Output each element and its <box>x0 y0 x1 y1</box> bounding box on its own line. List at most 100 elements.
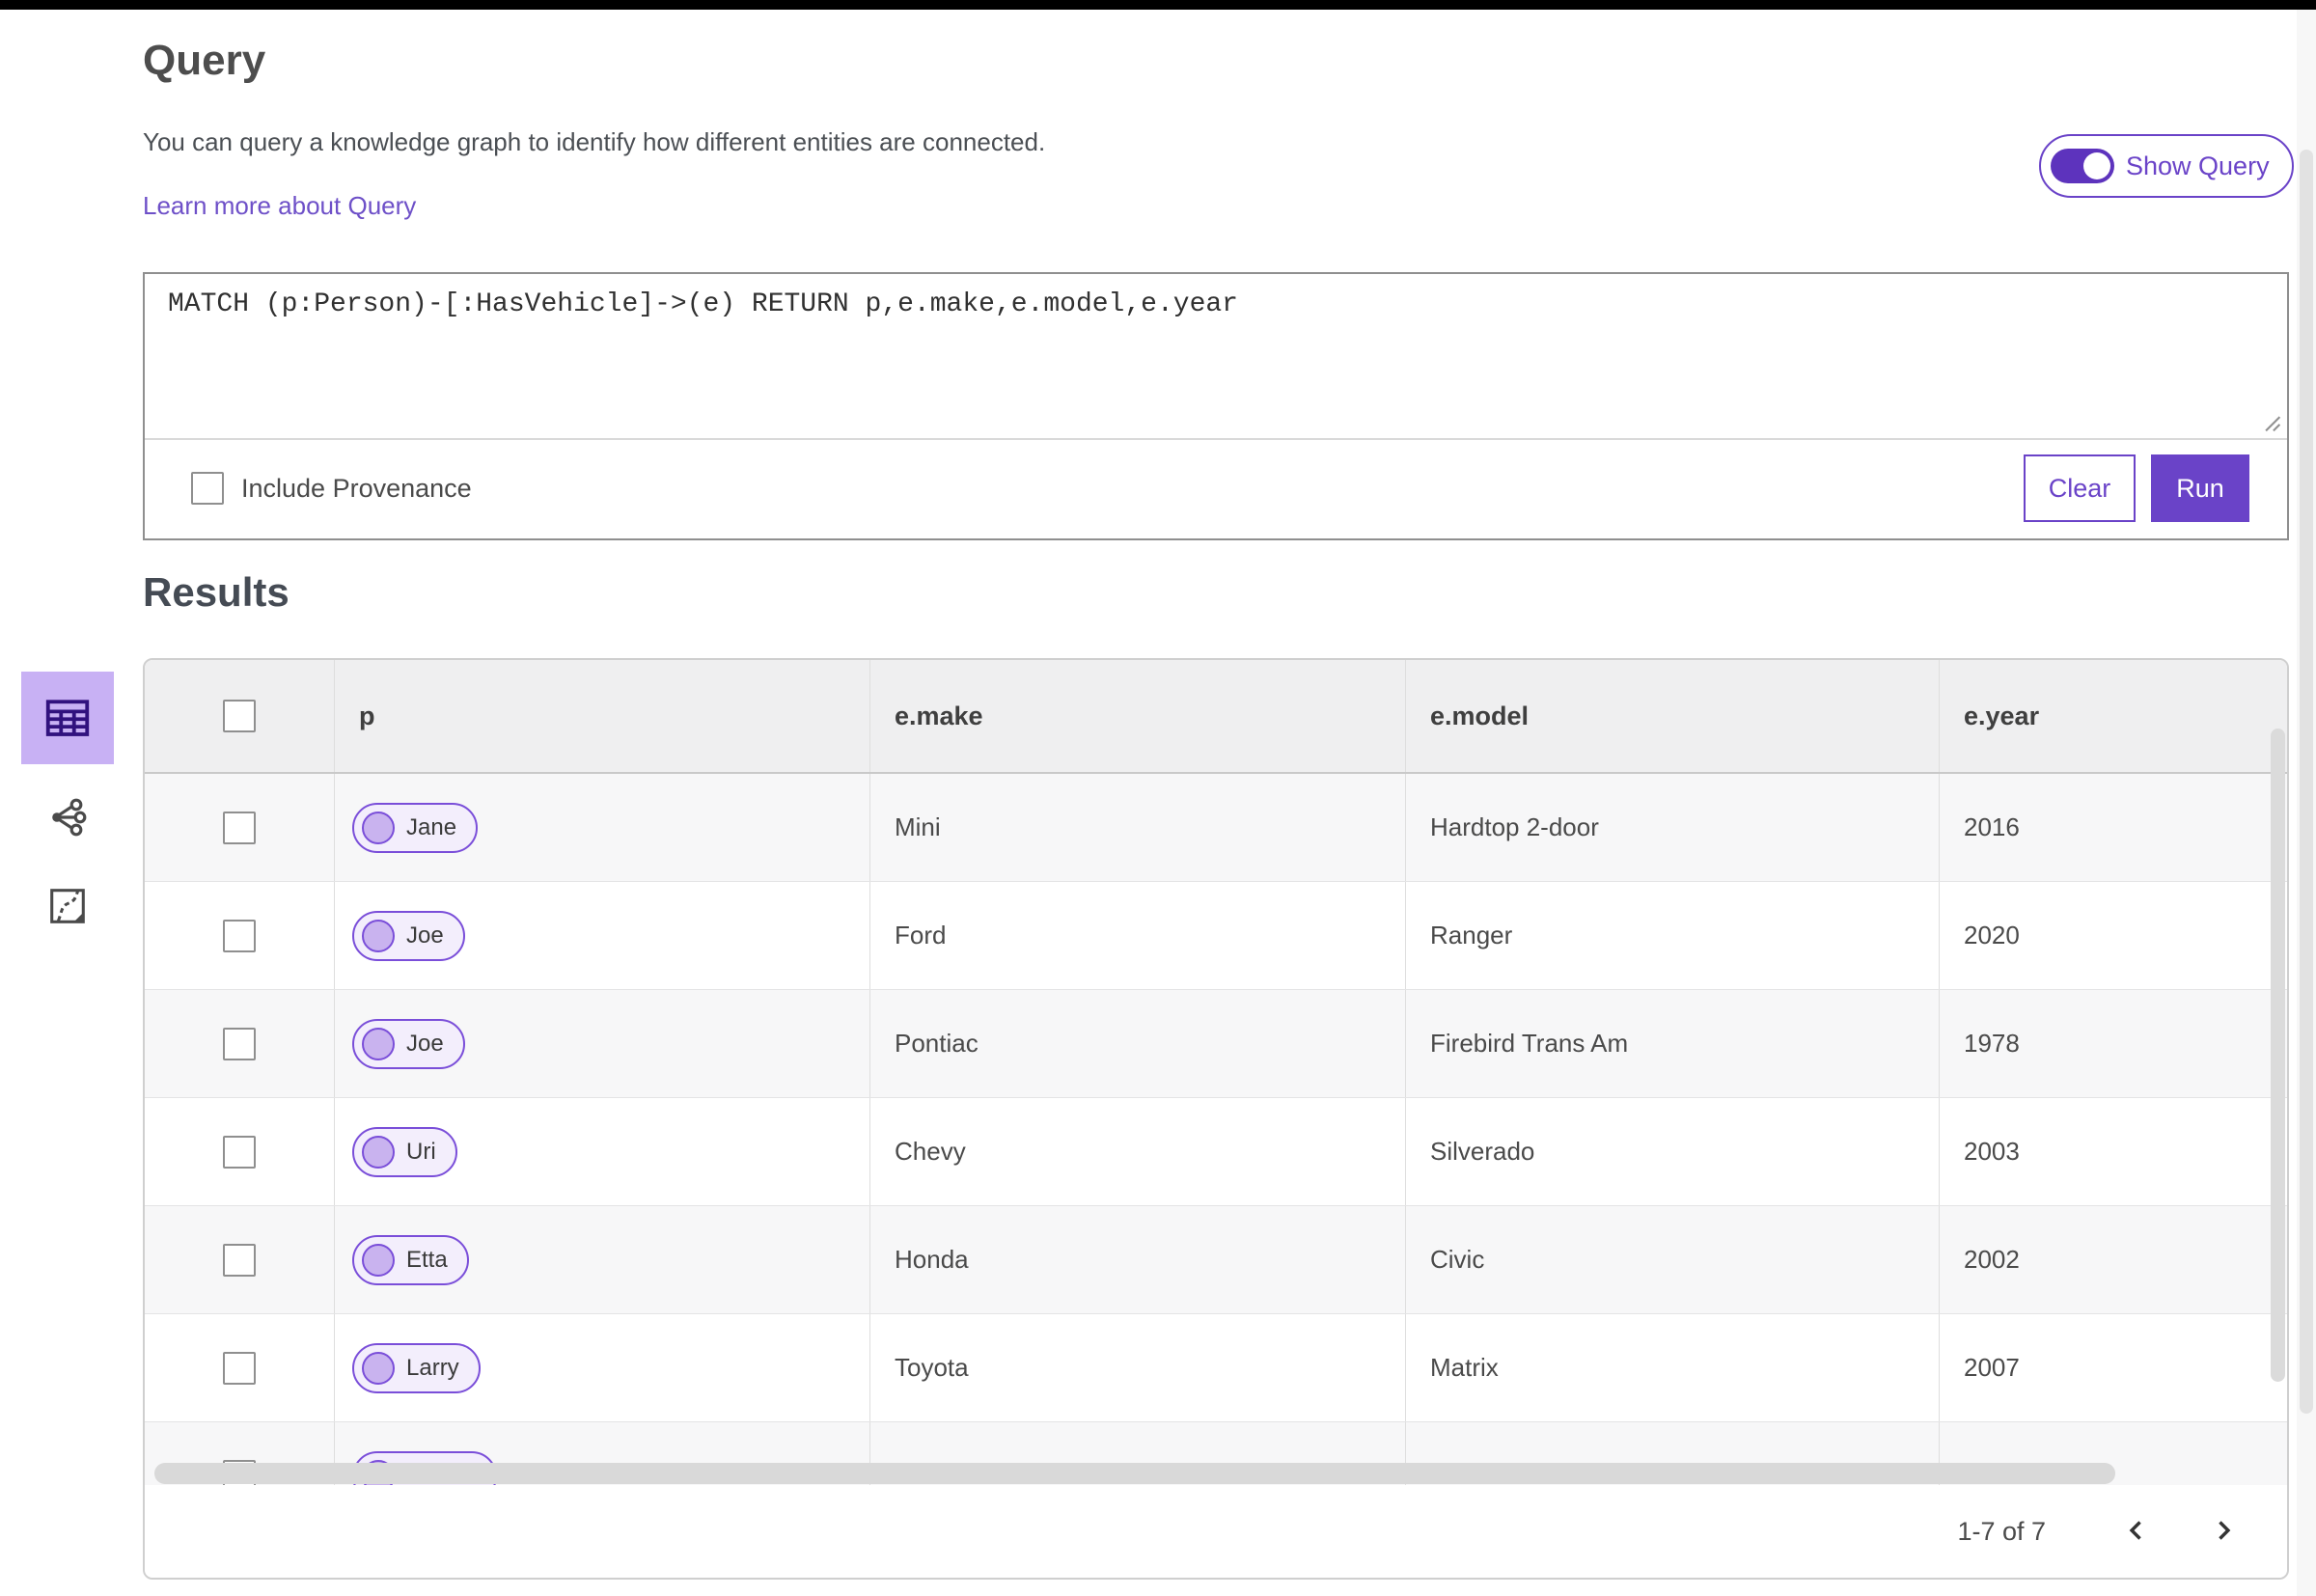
table-footer: 1-7 of 7 <box>145 1485 2287 1578</box>
model-cell: Hardtop 2-door <box>1406 774 1940 881</box>
entity-node-icon <box>362 811 395 844</box>
table-body: Jane Mini Hardtop 2-door 2016 Joe Ford R… <box>145 774 2287 1485</box>
make-cell: Toyota <box>870 1314 1406 1421</box>
entity-cell: Larry <box>335 1314 870 1421</box>
row-checkbox[interactable] <box>223 1351 256 1385</box>
chevron-left-icon <box>2120 1514 2153 1550</box>
year-cell: 2020 <box>1964 921 2020 949</box>
row-checkbox[interactable] <box>223 811 256 844</box>
entity-node-icon <box>362 1351 395 1385</box>
resize-handle-icon[interactable] <box>2257 408 2282 433</box>
run-button[interactable]: Run <box>2151 454 2249 522</box>
map-icon <box>45 884 90 931</box>
column-header-e-model[interactable]: e.model <box>1406 660 1940 772</box>
show-query-toggle[interactable]: Show Query <box>2039 134 2294 198</box>
pagination-range: 1-7 of 7 <box>1957 1516 2046 1546</box>
include-provenance-label: Include Provenance <box>241 473 472 503</box>
table-row: Joe Pontiac Firebird Trans Am 1978 <box>145 990 2287 1098</box>
model-cell: Matrix <box>1406 1314 1940 1421</box>
year-cell: 2016 <box>1964 812 2020 841</box>
row-select-cell <box>145 1314 335 1421</box>
entity-cell: Joe <box>335 990 870 1097</box>
previous-page-button[interactable] <box>2115 1510 2158 1553</box>
next-page-button[interactable] <box>2202 1510 2245 1553</box>
entity-cell: Jane <box>335 774 870 881</box>
row-checkbox[interactable] <box>223 1027 256 1060</box>
row-select-cell <box>145 990 335 1097</box>
entity-chip[interactable]: Joe <box>352 1018 465 1069</box>
make-cell: Honda <box>870 1206 1406 1313</box>
map-view-button[interactable] <box>21 861 114 953</box>
entity-node-icon <box>362 919 395 952</box>
page-scrollbar-thumb[interactable] <box>2300 150 2313 1414</box>
entity-label: Jane <box>406 813 457 840</box>
entity-chip[interactable]: Etta <box>352 1234 469 1285</box>
model-cell: Civic <box>1406 1206 1940 1313</box>
horizontal-scrollbar[interactable] <box>154 1463 2115 1484</box>
year-cell: 2007 <box>1964 1353 2020 1382</box>
results-title: Results <box>143 569 290 615</box>
toggle-switch-icon[interactable] <box>2051 149 2114 183</box>
table-row: Etta Honda Civic 2002 <box>145 1206 2287 1314</box>
learn-more-link[interactable]: Learn more about Query <box>143 191 416 221</box>
entity-cell: Etta <box>335 1206 870 1313</box>
entity-chip[interactable]: Joe <box>352 910 465 961</box>
table-header-row: p e.make e.model e.year <box>145 660 2287 774</box>
make-cell: Ford <box>870 882 1406 989</box>
entity-node-icon <box>362 1135 395 1169</box>
entity-node-icon <box>362 1027 395 1060</box>
column-header-p[interactable]: p <box>335 660 870 772</box>
select-all-checkbox[interactable] <box>223 700 256 732</box>
model-cell: Ranger <box>1406 882 1940 989</box>
entity-chip[interactable]: Uri <box>352 1126 457 1177</box>
chevron-right-icon <box>2207 1514 2240 1550</box>
model-cell: Silverado <box>1406 1098 1940 1205</box>
results-table: p e.make e.model e.year Jane Mini Hardto… <box>143 658 2289 1580</box>
entity-label: Etta <box>406 1246 448 1273</box>
query-textarea[interactable]: MATCH (p:Person)-[:HasVehicle]->(e) RETU… <box>145 274 2287 440</box>
entity-cell: Uri <box>335 1098 870 1205</box>
toggle-knob <box>2083 152 2110 179</box>
page-title: Query <box>143 37 266 84</box>
editor-toolbar: Include Provenance Clear Run <box>145 438 2287 538</box>
query-editor-panel: MATCH (p:Person)-[:HasVehicle]->(e) RETU… <box>143 272 2289 540</box>
link-chart-icon <box>44 794 91 843</box>
query-page: Query You can query a knowledge graph to… <box>0 0 2316 1596</box>
entity-chip[interactable]: Jane <box>352 802 479 853</box>
table-icon <box>41 691 94 746</box>
make-cell: Chevy <box>870 1098 1406 1205</box>
entity-node-icon <box>362 1243 395 1277</box>
table-row: Uri Chevy Silverado 2003 <box>145 1098 2287 1206</box>
table-row: Joe Ford Ranger 2020 <box>145 882 2287 990</box>
entity-chip[interactable]: Larry <box>352 1342 481 1393</box>
year-cell: 2002 <box>1964 1245 2020 1274</box>
row-select-cell <box>145 1206 335 1313</box>
row-checkbox[interactable] <box>223 919 256 952</box>
year-cell: 2003 <box>1964 1137 2020 1166</box>
entity-label: Joe <box>406 922 444 949</box>
query-text[interactable]: MATCH (p:Person)-[:HasVehicle]->(e) RETU… <box>168 289 1238 319</box>
entity-label: Joe <box>406 1030 444 1057</box>
row-select-cell <box>145 1098 335 1205</box>
link-chart-view-button[interactable] <box>21 772 114 865</box>
table-view-button[interactable] <box>21 672 114 764</box>
make-cell: Pontiac <box>870 990 1406 1097</box>
row-select-cell <box>145 882 335 989</box>
entity-cell: Joe <box>335 882 870 989</box>
column-header-e-make[interactable]: e.make <box>870 660 1406 772</box>
year-cell: 1978 <box>1964 1029 2020 1058</box>
table-row: Jane Mini Hardtop 2-door 2016 <box>145 774 2287 882</box>
select-all-cell <box>145 660 335 772</box>
column-header-e-year[interactable]: e.year <box>1940 660 2287 772</box>
clear-button[interactable]: Clear <box>2024 454 2136 522</box>
entity-label: Uri <box>406 1138 436 1165</box>
entity-label: Larry <box>406 1354 459 1381</box>
make-cell: Mini <box>870 774 1406 881</box>
vertical-scrollbar[interactable] <box>2271 729 2285 1382</box>
show-query-label: Show Query <box>2126 151 2270 180</box>
page-scrollbar-track[interactable] <box>2297 10 2316 1596</box>
row-checkbox[interactable] <box>223 1243 256 1277</box>
row-checkbox[interactable] <box>223 1135 256 1169</box>
table-row: Larry Toyota Matrix 2007 <box>145 1314 2287 1422</box>
include-provenance-checkbox[interactable] <box>191 472 224 505</box>
